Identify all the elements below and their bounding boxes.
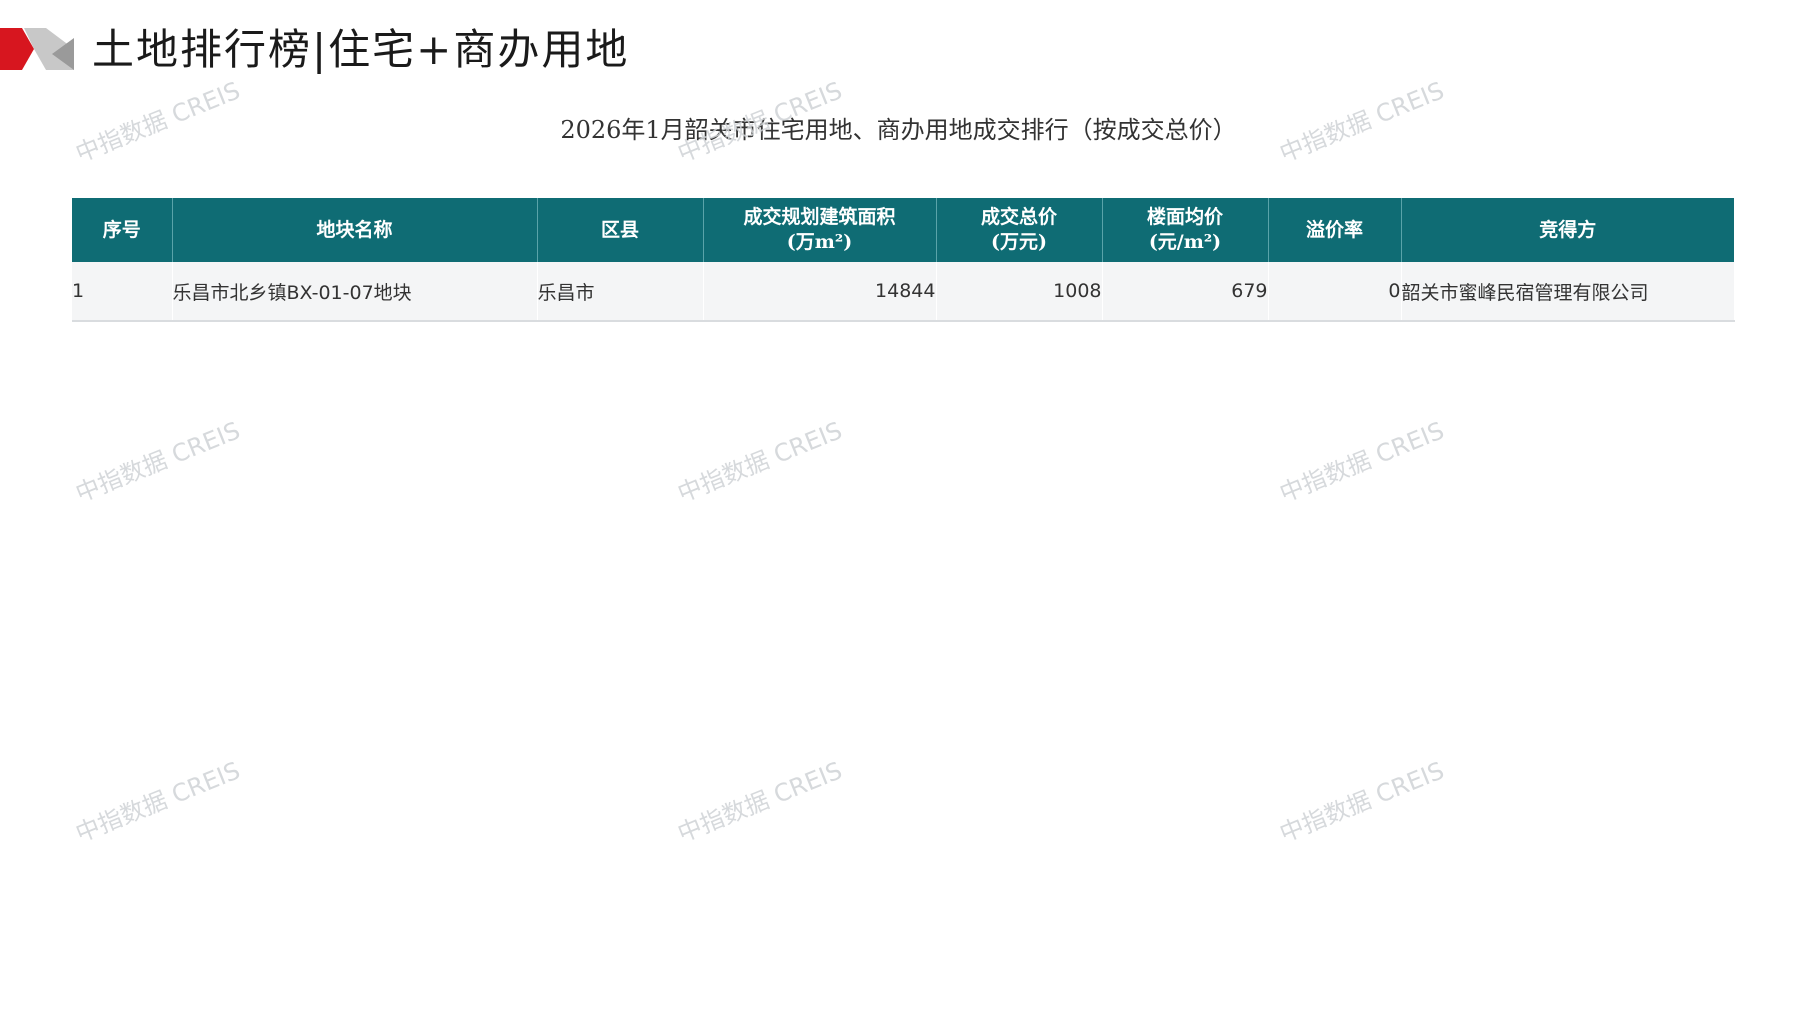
cell-rank: 1 [72,262,173,322]
watermark: 中指数据 CREIS [1275,756,1449,848]
watermark: 中指数据 CREIS [673,416,847,508]
cell-winner: 韶关市蜜峰民宿管理有限公司 [1401,262,1735,322]
col-header-winner: 竞得方 [1401,198,1734,262]
col-header-district: 区县 [537,198,704,262]
page-title-left: 土地排行榜 [92,25,313,74]
watermark: 中指数据 CREIS [71,756,245,848]
brand-logo-icon [0,28,74,70]
col-header-total-price: 成交总价 (万元) [936,198,1103,262]
watermark: 中指数据 CREIS [71,416,245,508]
watermark: 中指数据 CREIS [673,756,847,848]
cell-premium: 0 [1268,262,1402,322]
col-header-unit-price: 楼面均价 (元/m²) [1102,198,1269,262]
cell-unit-price: 679 [1102,262,1269,322]
cell-parcel: 乐昌市北乡镇BX-01-07地块 [172,262,538,322]
page-title-right: 住宅+商办用地 [328,25,630,74]
page-title-separator: | [312,25,329,74]
table-title: 2026年1月韶关市住宅用地、商办用地成交排行（按成交总价） [560,116,1237,144]
page-title: 土地排行榜|住宅+商办用地 [92,22,629,78]
col-header-area: 成交规划建筑面积 (万m²) [703,198,937,262]
table-header-row: 序号 地块名称 区县 成交规划建筑面积 (万m²) 成交总价 (万元) 楼面均价 (元… [72,198,1734,262]
col-header-parcel: 地块名称 [172,198,538,262]
cell-area: 14844 [703,262,937,322]
cell-total-price: 1008 [936,262,1103,322]
col-header-rank: 序号 [72,198,173,262]
ranking-table: 序号 地块名称 区县 成交规划建筑面积 (万m²) 成交总价 (万元) 楼面均价 (元… [72,198,1735,322]
table-row: 1 乐昌市北乡镇BX-01-07地块 乐昌市 14844 1008 679 0 … [72,262,1735,322]
cell-district: 乐昌市 [537,262,704,322]
watermark: 中指数据 CREIS [1275,416,1449,508]
col-header-premium: 溢价率 [1268,198,1402,262]
